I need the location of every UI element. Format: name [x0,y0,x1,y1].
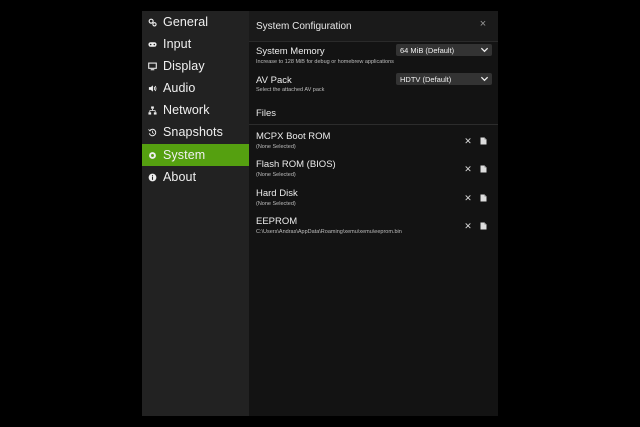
sidebar-item-label: Audio [163,81,196,95]
av-pack-select[interactable]: HDTV (Default) [396,73,492,85]
av-pack-hint: Select the attached AV pack [256,87,325,93]
av-pack-label: AV Pack [256,75,292,86]
clear-hard-disk-button[interactable]: ✕ [464,194,472,203]
chevron-down-icon [480,76,489,82]
sidebar-item-audio[interactable]: Audio [142,77,249,99]
monitor-icon [148,62,157,71]
sidebar-item-label: Snapshots [163,125,223,139]
file-hard-disk-label: Hard Disk [256,188,298,199]
file-mcpx-boot-rom-label: MCPX Boot ROM [256,131,331,142]
system-memory-value: 64 MiB (Default) [400,45,455,55]
browse-file-icon[interactable] [480,137,487,145]
sidebar-item-label: General [163,15,209,29]
gears-icon [148,18,157,27]
sidebar-item-label: System [163,148,206,162]
browse-file-icon[interactable] [480,222,487,230]
close-button[interactable]: × [478,19,488,30]
sidebar-item-display[interactable]: Display [142,55,249,77]
sidebar: General Input Display Audio Network Snap… [142,11,249,416]
file-eeprom-label: EEPROM [256,216,298,227]
network-icon [148,105,157,115]
sidebar-item-label: Network [163,103,210,117]
info-icon [148,173,157,182]
sidebar-item-about[interactable]: About [142,166,249,188]
sidebar-item-label: About [163,170,197,184]
system-memory-hint: Increase to 128 MiB for debug or homebre… [256,59,394,65]
chip-icon [148,151,157,160]
history-icon [148,128,157,137]
section-divider [249,124,498,125]
speaker-icon [148,84,157,93]
sidebar-item-label: Input [163,37,192,51]
clear-flash-rom-button[interactable]: ✕ [464,165,472,174]
clear-mcpx-boot-rom-button[interactable]: ✕ [464,137,472,146]
chevron-down-icon [480,47,489,53]
sidebar-item-input[interactable]: Input [142,33,249,55]
files-section-title: Files [256,108,277,119]
sidebar-item-system[interactable]: System [142,144,249,166]
panel-header: System Configuration × [249,11,498,42]
sidebar-item-label: Display [163,59,205,73]
browse-file-icon[interactable] [480,165,487,173]
browse-file-icon[interactable] [480,194,487,202]
file-flash-rom-path: (None Selected) [256,172,296,178]
file-flash-rom-label: Flash ROM (BIOS) [256,159,336,170]
file-hard-disk-path: (None Selected) [256,201,296,207]
gamepad-icon [148,40,157,49]
system-memory-select[interactable]: 64 MiB (Default) [396,44,492,56]
file-eeprom-path: C:\Users\Andras\AppData\Roaming\xemu\xem… [256,229,402,235]
av-pack-value: HDTV (Default) [400,74,452,84]
sidebar-item-general[interactable]: General [142,11,249,33]
system-memory-label: System Memory [256,46,325,57]
sidebar-item-network[interactable]: Network [142,99,249,121]
settings-window: General Input Display Audio Network Snap… [142,11,498,416]
file-mcpx-boot-rom-path: (None Selected) [256,144,296,150]
page-title: System Configuration [256,21,352,32]
sidebar-item-snapshots[interactable]: Snapshots [142,121,249,143]
clear-eeprom-button[interactable]: ✕ [464,222,472,231]
system-configuration-panel: System Configuration × System Memory Inc… [249,11,498,416]
